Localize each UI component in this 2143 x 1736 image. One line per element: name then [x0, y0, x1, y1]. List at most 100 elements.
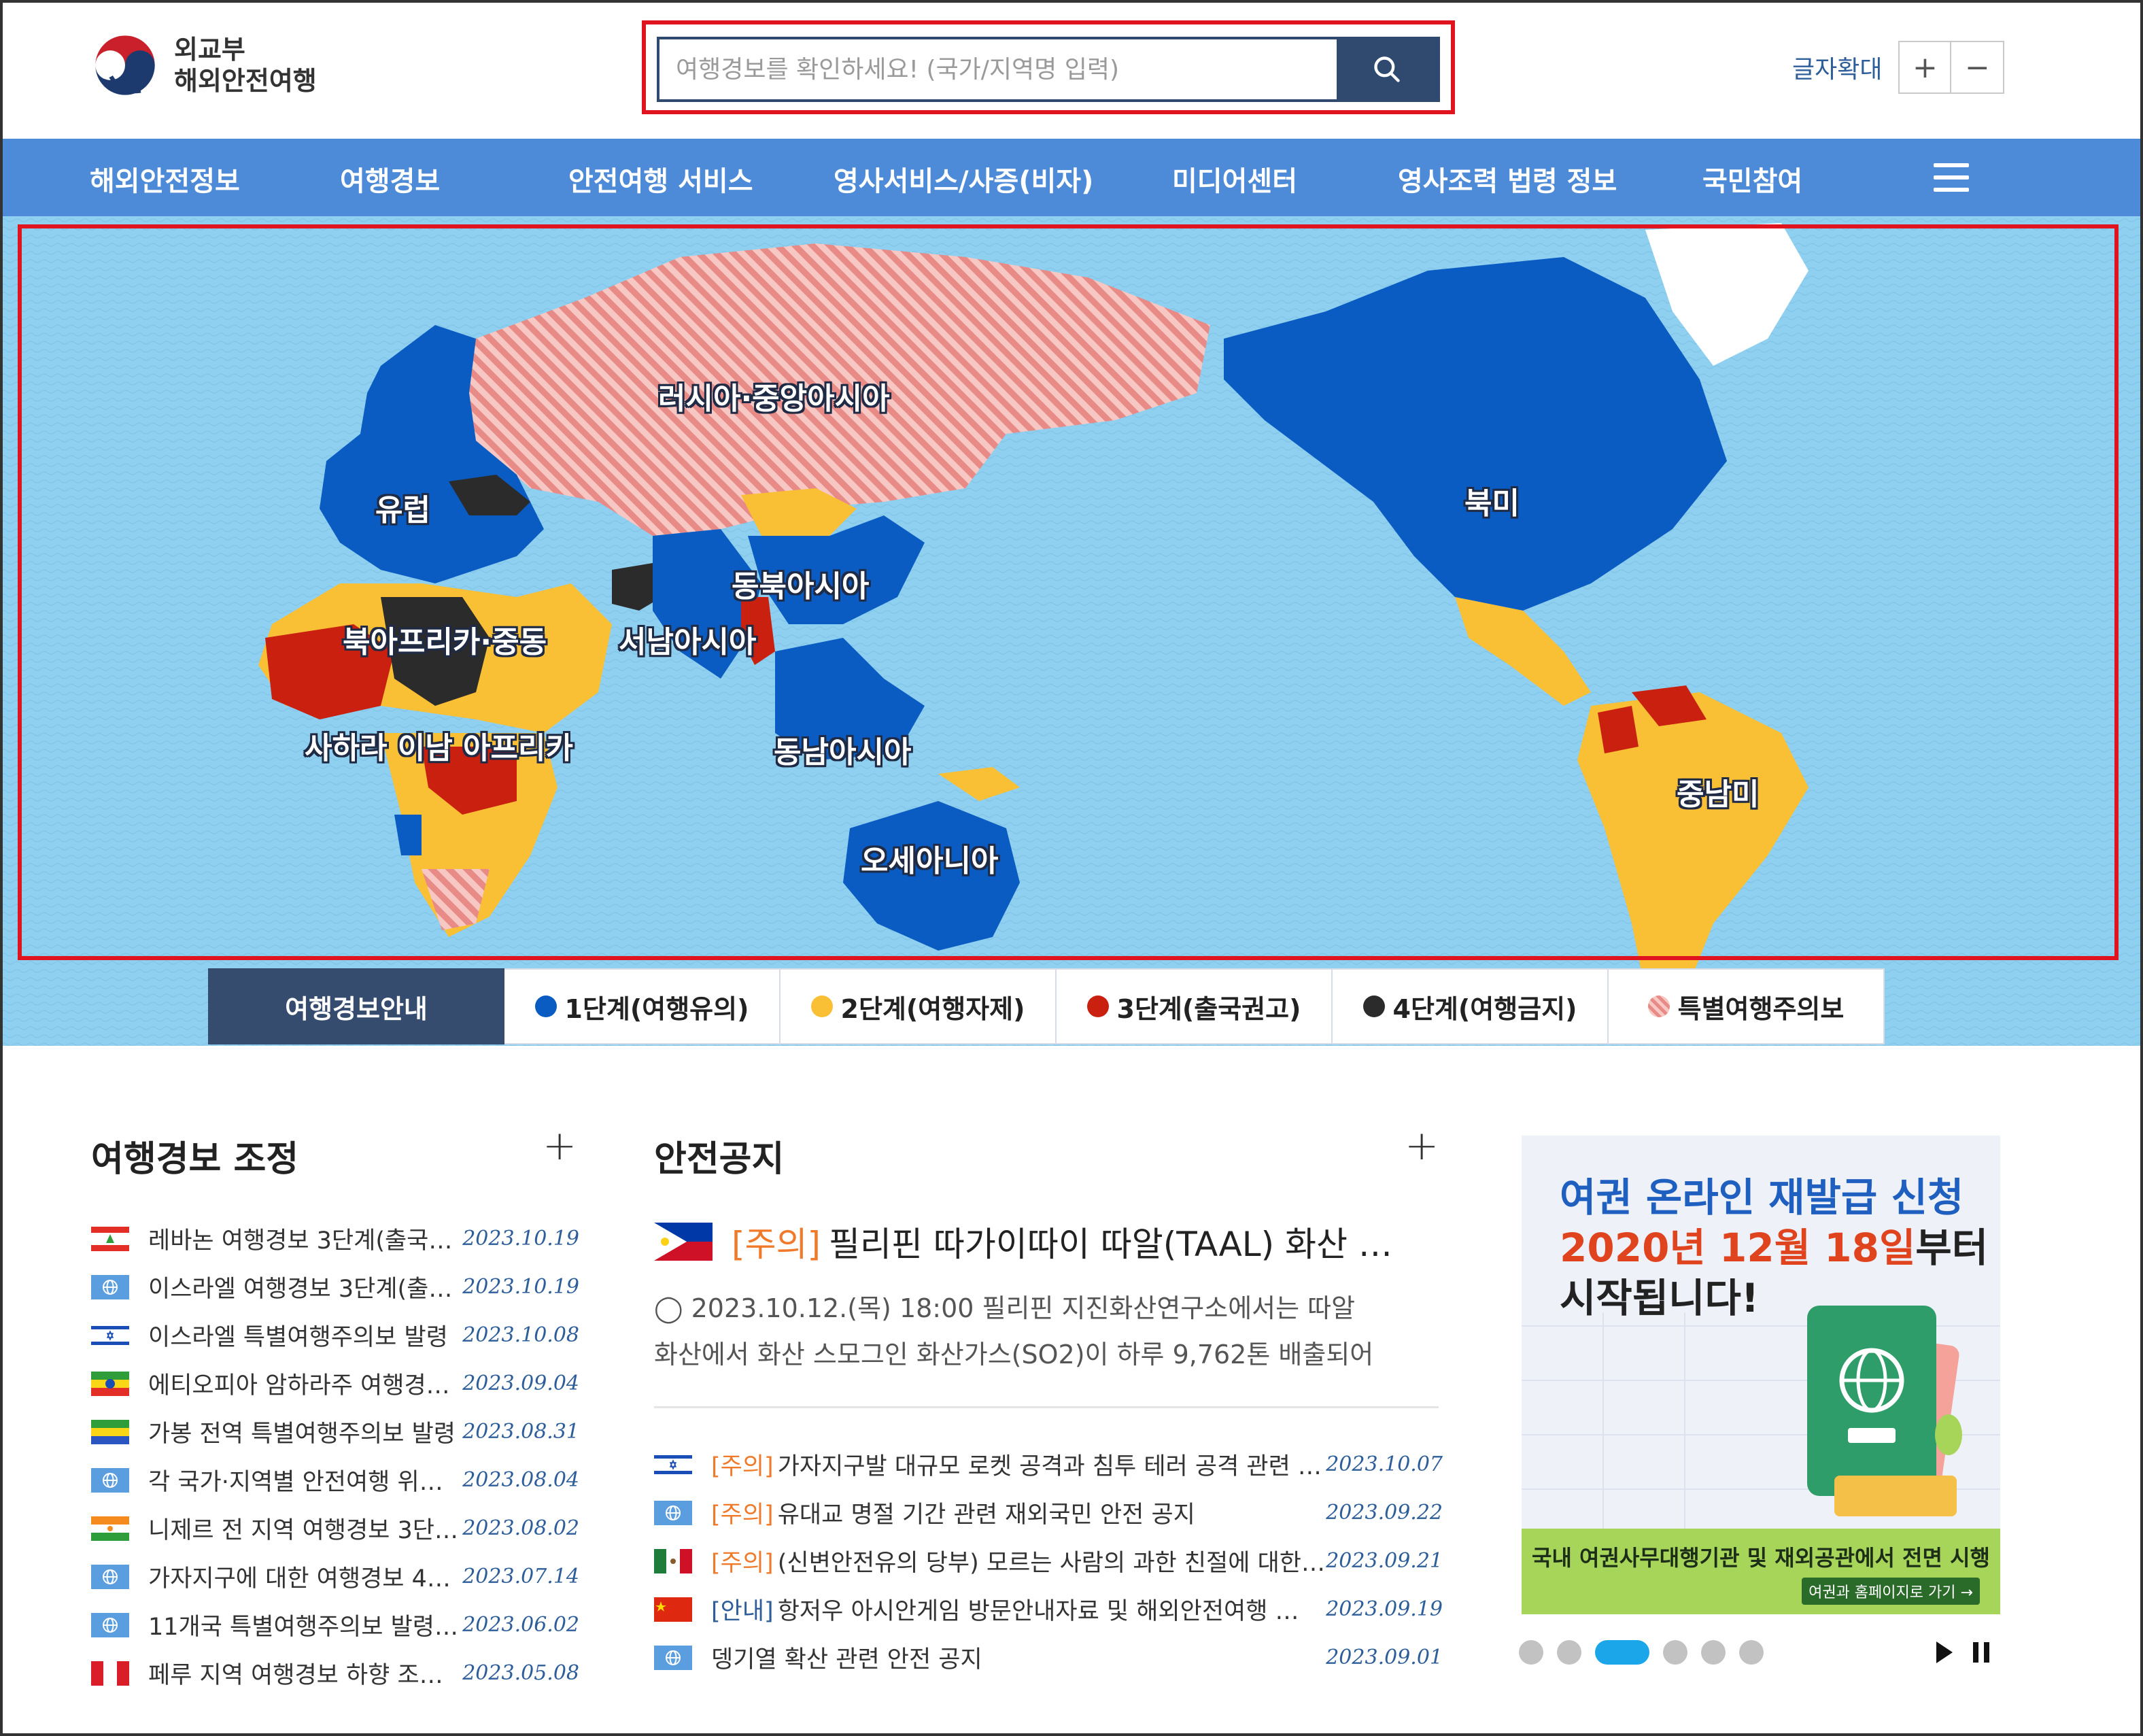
- nav-overseas-safety[interactable]: 해외안전정보: [90, 159, 240, 199]
- carousel-dot[interactable]: [1595, 1640, 1649, 1665]
- adjust-list-item[interactable]: 11개국 특별여행주의보 발령 … 2023.06.02: [91, 1601, 579, 1649]
- site-logo[interactable]: 외교부 해외안전여행: [90, 30, 317, 101]
- adjust-list-item[interactable]: 페루 지역 여행경보 하향 조정… 2023.05.08: [91, 1649, 579, 1697]
- legend-level2[interactable]: 2단계(여행자제): [781, 968, 1057, 1044]
- legend-level4-label: 4단계(여행금지): [1392, 993, 1577, 1024]
- map-label-southeast-asia[interactable]: 동남아시아: [774, 728, 911, 771]
- notice-body-line1: ◯ 2023.10.12.(목) 18:00 필리핀 지진화산연구소에서는 따알: [654, 1293, 1356, 1323]
- china-flag-icon: [654, 1597, 692, 1622]
- adjust-list-item[interactable]: 에티오피아 암하라주 여행경… 2023.09.04: [91, 1359, 579, 1408]
- legend-level3-label: 3단계(출국권고): [1116, 993, 1301, 1024]
- search-input[interactable]: [659, 39, 1337, 99]
- map-label-oceania[interactable]: 오세아니아: [861, 836, 998, 880]
- adjust-more-button[interactable]: +: [543, 1122, 577, 1170]
- search-button[interactable]: [1337, 39, 1437, 99]
- adjust-item-date: 2023.07.14: [462, 1565, 579, 1588]
- passport-banner[interactable]: 여권 온라인 재발급 신청 2020년 12월 18일부터 시작됩니다! 국내 …: [1522, 1136, 2000, 1614]
- special-hatch-icon: [1647, 995, 1670, 1017]
- map-label-south-america[interactable]: 중남미: [1677, 770, 1759, 813]
- notice-list-item[interactable]: [주의] 가자지구발 대규모 로켓 공격과 침투 테러 공격 관련 … 2023.1…: [654, 1440, 1443, 1488]
- carousel-dot[interactable]: [1557, 1640, 1581, 1665]
- ethiopia-flag-icon: [91, 1371, 129, 1396]
- adjust-list-item[interactable]: 니제르 전 지역 여행경보 3단… 2023.08.02: [91, 1504, 579, 1552]
- adjust-item-text: 이스라엘 특별여행주의보 발령: [148, 1324, 448, 1351]
- map-label-europe[interactable]: 유럽: [375, 486, 430, 529]
- level3-dot-icon: [1086, 995, 1109, 1017]
- adjust-item-date: 2023.08.31: [462, 1420, 579, 1444]
- notice-list-item[interactable]: [안내] 항저우 아시안게임 방문안내자료 및 해외안전여행 … 2023.09.1…: [654, 1585, 1443, 1633]
- notice-more-button[interactable]: +: [1405, 1122, 1439, 1170]
- carousel-dot[interactable]: [1663, 1640, 1687, 1665]
- adjust-list-item[interactable]: 가봉 전역 특별여행주의보 발령 2023.08.31: [91, 1408, 579, 1456]
- nav-consular-visa[interactable]: 영사서비스/사증(비자): [834, 159, 1093, 199]
- adjust-item-date: 2023.10.19: [462, 1227, 579, 1250]
- notice-item-date: 2023.09.01: [1326, 1646, 1443, 1669]
- carousel-dot[interactable]: [1739, 1640, 1764, 1665]
- search-icon: [1374, 56, 1400, 82]
- adjust-list-item[interactable]: 이스라엘 특별여행주의보 발령 2023.10.08: [91, 1311, 579, 1359]
- legend-level3[interactable]: 3단계(출국권고): [1057, 968, 1333, 1044]
- legend-title[interactable]: 여행경보안내: [208, 968, 504, 1044]
- map-label-southwest-asia[interactable]: 서남아시아: [619, 617, 756, 661]
- hamburger-icon[interactable]: [1934, 163, 1969, 192]
- nav-consular-law[interactable]: 영사조력 법령 정보: [1398, 159, 1617, 199]
- legend-level4[interactable]: 4단계(여행금지): [1333, 968, 1609, 1044]
- font-increase-button[interactable]: +: [1898, 41, 1952, 94]
- nav-media-center[interactable]: 미디어센터: [1172, 159, 1297, 199]
- world-map[interactable]: 러시아·중앙아시아 유럽 북미 동북아시아 북아프리카·중동 서남아시아 사하라…: [0, 216, 2143, 1046]
- notice-list-item[interactable]: 뎅기열 확산 관련 안전 공지 2023.09.01: [654, 1633, 1443, 1682]
- notice-item-date: 2023.09.22: [1326, 1501, 1443, 1525]
- map-label-north-africa[interactable]: 북아프리카·중동: [343, 617, 547, 661]
- legend-special[interactable]: 특별여행주의보: [1609, 968, 1885, 1044]
- travel-alert-legend: 여행경보안내 1단계(여행유의) 2단계(여행자제) 3단계(출국권고) 4단계…: [208, 968, 1885, 1044]
- adjust-item-text: 레바논 여행경보 3단계(출국…: [148, 1227, 453, 1255]
- map-label-sub-saharan[interactable]: 사하라 이남 아프리카: [305, 724, 573, 767]
- adjust-item-date: 2023.10.08: [462, 1323, 579, 1347]
- map-label-northeast-asia[interactable]: 동북아시아: [732, 562, 869, 605]
- notice-headline[interactable]: [주의] 필리핀 따가이따이 따알(TAAL) 화산 …: [654, 1217, 1416, 1266]
- map-country-colombia[interactable]: [1598, 706, 1639, 753]
- banner-link-button[interactable]: 여권과 홈페이지로 가기 →: [1802, 1578, 1980, 1605]
- nav-safe-travel-service[interactable]: 안전여행 서비스: [568, 159, 753, 199]
- notice-list-item[interactable]: [주의] 유대교 명절 기간 관련 재외국민 안전 공지 2023.09.22: [654, 1488, 1443, 1537]
- adjust-item-date: 2023.05.08: [462, 1661, 579, 1685]
- adjust-item-text: 11개국 특별여행주의보 발령 …: [148, 1614, 461, 1641]
- notice-item-text: 유대교 명절 기간 관련 재외국민 안전 공지: [777, 1501, 1195, 1529]
- banner-subtitle: 시작됩니다!: [1560, 1275, 1760, 1321]
- notice-item-date: 2023.09.19: [1326, 1597, 1443, 1621]
- adjust-item-date: 2023.08.02: [462, 1516, 579, 1540]
- adjust-list-item[interactable]: 레바논 여행경보 3단계(출국… 2023.10.19: [91, 1214, 579, 1263]
- main-nav: 해외안전정보 여행경보 안전여행 서비스 영사서비스/사증(비자) 미디어센터 …: [0, 139, 2143, 216]
- notice-headline-body: ◯ 2023.10.12.(목) 18:00 필리핀 지진화산연구소에서는 따알…: [654, 1285, 1436, 1378]
- banner-title: 여권 온라인 재발급 신청: [1560, 1174, 1964, 1221]
- carousel-dots: [1519, 1640, 1777, 1665]
- globe-flag-icon: [91, 1612, 129, 1637]
- map-label-russia[interactable]: 러시아·중앙아시아: [658, 374, 890, 418]
- notice-list-item[interactable]: [주의] (신변안전유의 당부) 모르는 사람의 과한 친절에 대한… 2023.0…: [654, 1537, 1443, 1585]
- legend-level1[interactable]: 1단계(여행유의): [504, 968, 781, 1044]
- carousel-dot[interactable]: [1701, 1640, 1726, 1665]
- mexico-flag-icon: [654, 1548, 692, 1573]
- lebanon-flag-icon: [91, 1226, 129, 1251]
- gabon-flag-icon: [91, 1419, 129, 1444]
- carousel-dot[interactable]: [1519, 1640, 1543, 1665]
- play-icon[interactable]: [1936, 1641, 1953, 1663]
- map-label-north-america[interactable]: 북미: [1464, 479, 1520, 522]
- adjust-list-item[interactable]: 이스라엘 여행경보 3단계(출… 2023.10.19: [91, 1263, 579, 1311]
- niger-flag-icon: [91, 1516, 129, 1541]
- adjust-item-text: 각 국가·지역별 안전여행 위…: [148, 1469, 443, 1496]
- adjust-list-item[interactable]: 가자지구에 대한 여행경보 4… 2023.07.14: [91, 1552, 579, 1601]
- notice-headline-tag: [주의]: [732, 1225, 821, 1264]
- pause-icon[interactable]: [1973, 1642, 1989, 1663]
- adjust-item-text: 에티오피아 암하라주 여행경…: [148, 1372, 450, 1399]
- nav-travel-alert[interactable]: 여행경보: [340, 159, 440, 199]
- font-decrease-button[interactable]: −: [1951, 41, 2005, 94]
- adjust-item-text: 니제르 전 지역 여행경보 3단…: [148, 1517, 458, 1544]
- legend-level1-label: 1단계(여행유의): [564, 993, 749, 1024]
- nav-participation[interactable]: 국민참여: [1702, 159, 1802, 199]
- notice-body-line2: 화산에서 화산 스모그인 화산가스(SO2)이 하루 9,762톤 배출되어: [654, 1340, 1374, 1369]
- notice-item-tag: [주의]: [711, 1453, 774, 1480]
- israel-flag-icon: [654, 1452, 692, 1477]
- adjust-list-item[interactable]: 각 국가·지역별 안전여행 위… 2023.08.04: [91, 1456, 579, 1504]
- notice-item-tag: [안내]: [711, 1598, 774, 1625]
